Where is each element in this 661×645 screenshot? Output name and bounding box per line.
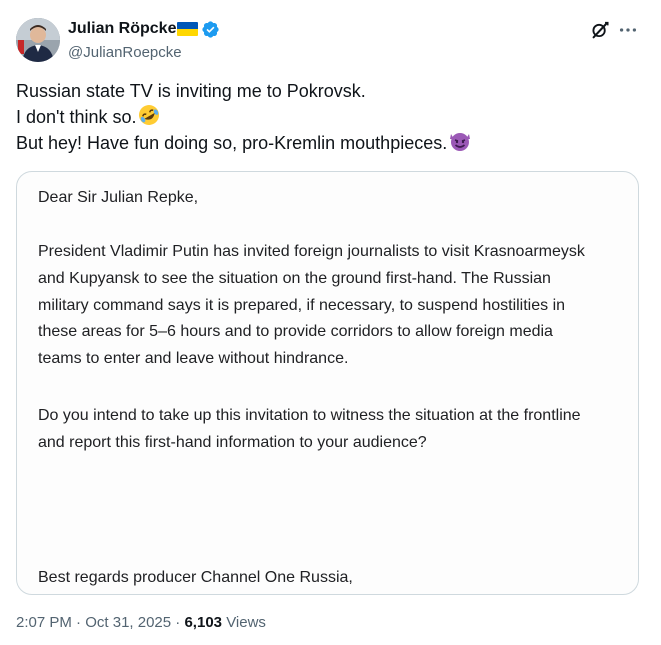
letter-body-line: these areas for 5–6 hours and to provide… xyxy=(38,323,553,341)
avatar-photo xyxy=(16,18,60,62)
letter-greeting: Dear Sir Julian Repke, xyxy=(38,189,199,206)
verified-badge-icon[interactable] xyxy=(201,20,220,39)
tweet-line-text: I don't think so. xyxy=(16,107,137,127)
grok-icon[interactable] xyxy=(589,19,611,41)
author-name-row: Julian Röpcke xyxy=(68,19,220,39)
letter-body-line: military command says it is prepared, if… xyxy=(38,296,566,314)
tweet-time[interactable]: 2:07 PM xyxy=(16,614,72,631)
author-handle[interactable]: @JulianRoepcke xyxy=(68,43,182,63)
letter-question: Do you intend to take up this invitation… xyxy=(38,403,581,457)
tweet-line-text: But hey! Have fun doing so, pro-Kremlin … xyxy=(16,133,448,153)
letter-body-line: teams to enter and leave without hindran… xyxy=(38,350,349,368)
tweet-line: Russian state TV is inviting me to Pokro… xyxy=(16,78,636,104)
views-count: 6,103 xyxy=(184,614,223,631)
more-options-icon[interactable] xyxy=(617,19,639,41)
rolling-laughing-emoji-icon xyxy=(138,105,159,125)
views-label: Views xyxy=(226,614,266,631)
meta-separator: · xyxy=(76,614,82,631)
smiling-horns-emoji-icon xyxy=(450,133,471,151)
avatar[interactable] xyxy=(16,18,60,62)
tweet-meta: 2:07 PM · Oct 31, 2025 · 6,103 Views xyxy=(16,613,266,633)
ukraine-flag-icon xyxy=(177,22,199,36)
letter-question-line: and report this first-hand information t… xyxy=(38,433,427,451)
letter-question-line: Do you intend to take up this invitation… xyxy=(38,407,581,424)
tweet-text: Russian state TV is inviting me to Pokro… xyxy=(16,78,636,156)
tweet-line: But hey! Have fun doing so, pro-Kremlin … xyxy=(16,130,636,156)
tweet-line: I don't think so. xyxy=(16,104,636,130)
tweet-date[interactable]: Oct 31, 2025 xyxy=(85,614,171,631)
attached-image[interactable]: Dear Sir Julian Repke, President Vladimi… xyxy=(16,171,639,595)
meta-separator: · xyxy=(175,614,181,631)
letter-body: President Vladimir Putin has invited for… xyxy=(38,239,585,373)
author-name[interactable]: Julian Röpcke xyxy=(68,19,176,39)
letter-body-line: President Vladimir Putin has invited for… xyxy=(38,243,585,260)
tweet-line-text: Russian state TV is inviting me to Pokro… xyxy=(16,81,366,101)
letter-signoff: Best regards producer Channel One Russia… xyxy=(38,569,353,586)
letter-body-line: and Kupyansk to see the situation on the… xyxy=(38,269,551,287)
